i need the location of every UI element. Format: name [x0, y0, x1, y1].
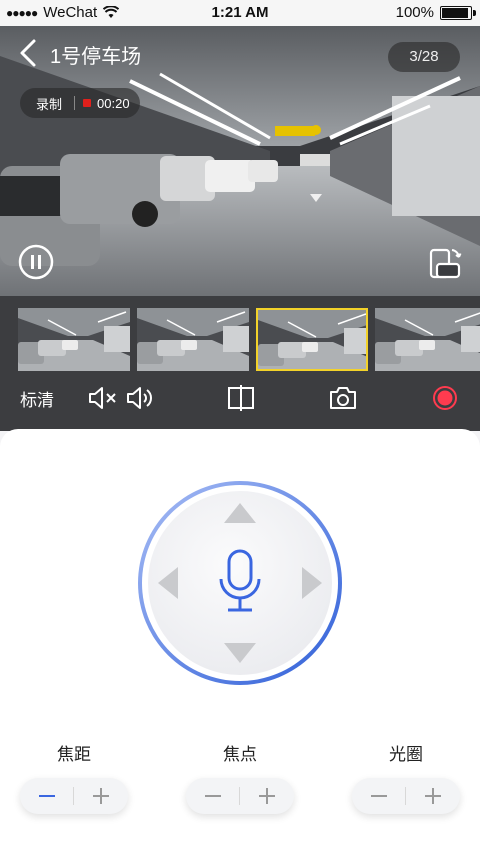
- recording-badge: 录制 00:20: [20, 88, 140, 118]
- thumbnail-image: [18, 308, 130, 371]
- focus-plus-button[interactable]: [240, 778, 294, 814]
- control-strip: 标清: [0, 296, 480, 431]
- recording-label: 录制: [36, 96, 63, 112]
- divider: [74, 96, 76, 110]
- arrow-right-icon[interactable]: [300, 565, 324, 601]
- video-thumbnail[interactable]: [256, 308, 368, 371]
- video-thumbnail[interactable]: [137, 308, 249, 371]
- status-right: 100%: [395, 4, 476, 21]
- video-thumbnail[interactable]: [375, 308, 480, 371]
- arrow-up-icon[interactable]: [222, 501, 258, 525]
- record-button[interactable]: [428, 380, 462, 416]
- video-player[interactable]: 1号停车场 3/28 录制 00:20: [0, 26, 480, 296]
- zoom-plus-button[interactable]: [74, 778, 128, 814]
- arrow-left-icon[interactable]: [156, 565, 180, 601]
- mute-button[interactable]: [86, 380, 120, 416]
- volume-button[interactable]: [124, 380, 158, 416]
- focus-stepper: [186, 778, 294, 814]
- camera-title: 1号停车场: [50, 46, 142, 68]
- back-button[interactable]: [16, 38, 40, 68]
- iris-plus-button[interactable]: [406, 778, 460, 814]
- battery-percent: 100%: [395, 4, 434, 21]
- zoom-label: 焦距: [57, 745, 91, 764]
- iris-label: 光圈: [389, 745, 423, 764]
- rotate-screen-icon[interactable]: [428, 246, 462, 280]
- record-icon: [433, 386, 457, 410]
- playback-controls: 标清: [0, 380, 480, 416]
- mute-icon: [89, 387, 116, 409]
- status-bar: ●●●●● WeChat 1:21 AM 100%: [0, 0, 480, 26]
- page-indicator: 3/28: [388, 42, 460, 72]
- recording-dot-icon: [83, 99, 92, 107]
- thumbnail-image: [137, 308, 249, 371]
- zoom-minus-button[interactable]: [20, 778, 74, 814]
- microphone-icon[interactable]: [212, 547, 268, 617]
- video-thumbnail[interactable]: [18, 308, 130, 371]
- focus-label: 焦点: [223, 745, 257, 764]
- ptz-panel: 焦距 焦点 光圈: [0, 429, 480, 853]
- split-view-button[interactable]: [224, 380, 258, 416]
- arrow-down-icon[interactable]: [222, 641, 258, 665]
- iris-minus-button[interactable]: [352, 778, 406, 814]
- zoom-stepper: [20, 778, 128, 814]
- pause-icon[interactable]: [18, 244, 54, 280]
- thumbnail-image: [375, 308, 480, 371]
- quality-button[interactable]: 标清: [20, 380, 54, 416]
- battery-icon: [440, 5, 476, 20]
- thumbnail-image: [258, 310, 366, 369]
- split-view-icon: [228, 385, 254, 411]
- focus-minus-button[interactable]: [186, 778, 240, 814]
- volume-icon: [127, 387, 152, 409]
- snapshot-button[interactable]: [326, 380, 360, 416]
- camera-icon: [330, 387, 356, 409]
- thumbnail-list: [18, 308, 480, 371]
- iris-stepper: [352, 778, 460, 814]
- recording-time: 00:20: [97, 95, 130, 111]
